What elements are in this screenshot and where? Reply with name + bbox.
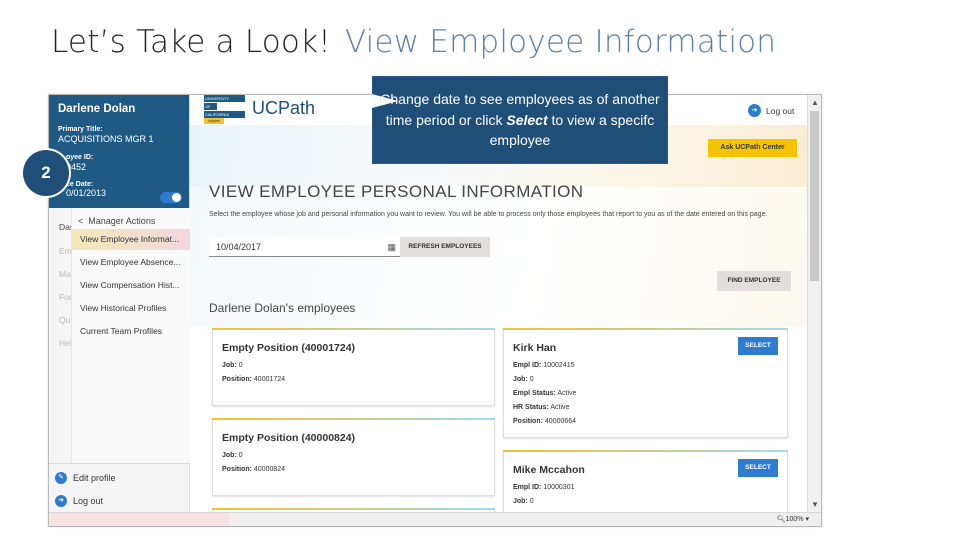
select-kirk-han-button[interactable]: SELECT xyxy=(738,337,778,355)
sidebar-item-forms[interactable]: For xyxy=(59,292,72,302)
card-empl-id: Empl ID: 10002415 xyxy=(513,362,575,369)
chevron-up-icon[interactable]: ▲ xyxy=(811,98,819,107)
select-mike-mccahon-button[interactable]: SELECT xyxy=(738,459,778,477)
refresh-employees-button[interactable]: REFRESH EMPLOYEES xyxy=(400,237,490,257)
card-job: Job: 0 xyxy=(513,376,534,383)
magnifier-icon: 🔍︎ xyxy=(776,516,786,523)
card-hr-status: HR Status: Active xyxy=(513,404,570,411)
ask-ucpath-center-button[interactable]: Ask UCPath Center xyxy=(708,139,797,157)
sidebar-footer: ✎ Edit profile ➜ Log out xyxy=(49,463,189,513)
employee-card-mike-mccahon: Mike Mccahon SELECT Empl ID: 10000301 Jo… xyxy=(503,450,788,512)
sidebar-item-help[interactable]: Hel xyxy=(59,338,72,348)
uc-logo[interactable]: UNIVERSITY OF CALIFORNIA dripws xyxy=(204,95,245,124)
slide-subtitle: View Employee Information xyxy=(344,24,777,60)
callout-pointer xyxy=(372,94,398,108)
card-job: Job: 0 xyxy=(222,452,243,459)
main-menu-collapsed: Das Emp Mai For Qui Hel xyxy=(49,208,76,463)
as-of-date-input[interactable]: 10/04/2017 ▦ xyxy=(209,237,400,257)
menu-item-view-employee-info[interactable]: View Employee Informat... xyxy=(72,229,190,250)
employee-card-kirk-han: Kirk Han SELECT Empl ID: 10002415 Job: 0… xyxy=(503,328,788,438)
logout-icon: ➜ xyxy=(55,495,67,507)
status-bar-highlight xyxy=(49,513,229,526)
ucpath-logo-text: UCPath xyxy=(252,98,316,118)
card-title: Kirk Han xyxy=(513,342,557,354)
logo-line-3: CALIFORNIA xyxy=(204,111,245,118)
sidebar-toggle[interactable] xyxy=(160,192,182,203)
page-title: VIEW EMPLOYEE PERSONAL INFORMATION xyxy=(209,182,584,201)
logo-line-1: UNIVERSITY xyxy=(204,95,245,102)
sidebar-logout-label: Log out xyxy=(73,496,104,506)
card-job: Job: 0 xyxy=(513,498,534,505)
zoom-control[interactable]: 🔍︎100% ▾ xyxy=(777,515,809,523)
employee-id-value: 0452 xyxy=(66,162,87,172)
menu-item-view-historical-profiles[interactable]: View Historical Profiles xyxy=(72,298,190,319)
card-empl-status: Empl Status: Active xyxy=(513,390,577,397)
zoom-level: 100% xyxy=(785,516,804,523)
card-title: Empty Position (40000824) xyxy=(222,432,356,444)
card-empl-id: Empl ID: 10000301 xyxy=(513,484,575,491)
card-title: Empty Position (40001724) xyxy=(222,342,356,354)
edit-profile-link[interactable]: ✎ Edit profile xyxy=(55,472,116,484)
pencil-icon: ✎ xyxy=(55,472,67,484)
service-date-value: 0/01/2013 xyxy=(66,188,107,198)
chevron-left-icon[interactable]: < xyxy=(78,216,83,226)
card-position: Position: 40001724 xyxy=(222,376,286,383)
profile-panel: Darlene Dolan Primary Title: ACQUISITION… xyxy=(49,95,189,208)
card-position: Position: 40000824 xyxy=(222,466,286,473)
employees-section-heading: Darlene Dolan's employees xyxy=(209,301,356,315)
calendar-icon[interactable]: ▦ xyxy=(387,237,396,257)
find-employee-button[interactable]: FIND EMPLOYEE xyxy=(717,271,791,291)
instruction-callout: Change date to see employees as of anoth… xyxy=(372,76,668,164)
scrollbar-thumb[interactable] xyxy=(810,111,819,281)
logo-tag: dripws xyxy=(204,118,224,124)
primary-title-value: ACQUISITIONS MGR 1 xyxy=(58,134,154,144)
header-logout-label: Log out xyxy=(766,105,795,116)
header-logout-link[interactable]: ➜ Log out xyxy=(748,104,794,117)
logout-icon: ➜ xyxy=(748,104,761,117)
menu-item-current-team-profiles[interactable]: Current Team Profiles xyxy=(72,321,190,342)
chevron-down-icon[interactable]: ▼ xyxy=(811,500,819,509)
sidebar: Darlene Dolan Primary Title: ACQUISITION… xyxy=(49,95,190,513)
slide-title-main: Let’s Take a Look! xyxy=(51,24,331,60)
card-position: Position: 40000664 xyxy=(513,418,577,425)
menu-item-view-employee-absence[interactable]: View Employee Absence... xyxy=(72,252,190,273)
manager-actions-header[interactable]: < Manager Actions xyxy=(78,216,155,226)
browser-status-bar: 🔍︎100% ▾ xyxy=(49,512,821,526)
callout-bold-select: Select xyxy=(506,111,548,128)
card-title: Mike Mccahon xyxy=(513,464,585,476)
employee-id-label: oyee ID: xyxy=(66,154,94,161)
service-date-label: ce Date: xyxy=(66,181,94,188)
sidebar-logout-link[interactable]: ➜ Log out xyxy=(55,495,103,507)
slide-title: Let’s Take a Look! View Employee Informat… xyxy=(51,24,776,60)
employee-card-empty-40000824: Empty Position (40000824) Job: 0 Positio… xyxy=(212,418,495,496)
logo-line-2: OF xyxy=(204,103,217,110)
card-job: Job: 0 xyxy=(222,362,243,369)
menu-item-view-compensation[interactable]: View Compensation Hist... xyxy=(72,275,190,296)
profile-name: Darlene Dolan xyxy=(58,103,136,115)
page-description: Select the employee whose job and person… xyxy=(209,211,768,218)
menu-head-label: Manager Actions xyxy=(88,216,156,226)
date-value: 10/04/2017 xyxy=(216,242,262,252)
step-number-badge: 2 xyxy=(23,150,69,196)
vertical-scrollbar[interactable]: ▲ ▼ xyxy=(807,95,821,512)
employee-card-empty-40001724: Empty Position (40001724) Job: 0 Positio… xyxy=(212,328,495,406)
primary-title-label: Primary Title: xyxy=(58,126,103,133)
edit-profile-label: Edit profile xyxy=(73,473,116,483)
manager-actions-menu: < Manager Actions View Employee Informat… xyxy=(71,208,190,463)
